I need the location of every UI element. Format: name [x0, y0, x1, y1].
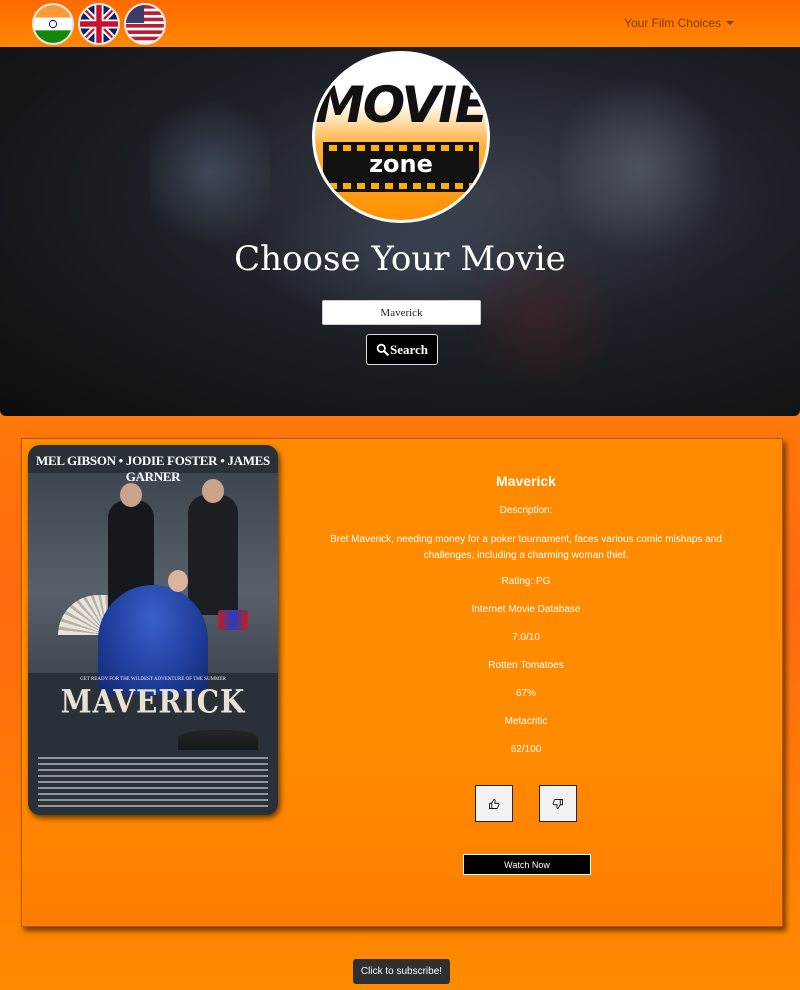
india-flag-icon[interactable]: [32, 2, 74, 45]
rotten-tomatoes-score: 67%: [515, 688, 536, 699]
search-button-label: Search: [389, 341, 429, 357]
film-choices-dropdown[interactable]: Your Film Choices: [624, 16, 734, 30]
imdb-label: Internet Movie Database: [471, 604, 581, 615]
movie-rating: Rating: PG: [501, 576, 551, 587]
dislike-button[interactable]: [539, 785, 577, 822]
like-button[interactable]: [475, 785, 513, 822]
movie-card: MEL GIBSON • JODIE FOSTER • JAMES GARNER…: [21, 438, 783, 927]
imdb-score: 7.0/10: [512, 632, 540, 643]
poster-tagline: GET READY FOR THE WILDEST ADVENTURE OF T…: [80, 677, 226, 682]
movie-poster: MEL GIBSON • JODIE FOSTER • JAMES GARNER…: [28, 445, 278, 815]
film-choices-label: Your Film Choices: [624, 16, 721, 30]
description-label: Description:: [499, 505, 553, 516]
poster-chips: [218, 610, 248, 630]
page-title: Choose Your Movie: [234, 239, 566, 279]
poster-figure: [120, 483, 142, 507]
movie-zone-logo: MOVIE zone: [312, 51, 490, 223]
metacritic-label: Metacritic: [504, 716, 548, 727]
logo-subtitle: zone: [369, 150, 433, 178]
poster-figure: [188, 495, 238, 615]
thumbs-down-icon: [552, 798, 563, 809]
movie-title: Maverick: [496, 473, 556, 489]
film-holes: [329, 183, 473, 189]
usa-flag-icon[interactable]: [124, 2, 166, 45]
watch-now-button[interactable]: Watch Now: [463, 854, 591, 875]
poster-credits: [38, 757, 268, 807]
logo-title: MOVIE: [315, 76, 487, 134]
metacritic-score: 62/100: [510, 744, 542, 755]
movie-plot: Bret Maverick, needing money for a poker…: [330, 534, 722, 561]
rotten-tomatoes-label: Rotten Tomatoes: [488, 660, 564, 671]
hero-section: MOVIE zone Choose Your Movie Search: [0, 47, 800, 416]
poster-figure: [202, 479, 224, 503]
bg-blur: [150, 87, 270, 257]
search-button[interactable]: Search: [366, 334, 438, 365]
subscribe-button[interactable]: Click to subscribe!: [353, 959, 450, 984]
uk-flag-icon[interactable]: [78, 2, 120, 45]
caret-down-icon: [726, 21, 734, 25]
poster-riders: [178, 730, 258, 750]
navbar: Your Film Choices: [0, 0, 800, 47]
poster-cast: MEL GIBSON • JODIE FOSTER • JAMES GARNER: [36, 453, 270, 484]
thumbs-up-icon: [489, 798, 500, 809]
search-input[interactable]: [322, 300, 481, 325]
search-icon: [376, 343, 389, 356]
poster-figure: [168, 570, 188, 592]
poster-title: MAVERICK: [60, 682, 246, 721]
